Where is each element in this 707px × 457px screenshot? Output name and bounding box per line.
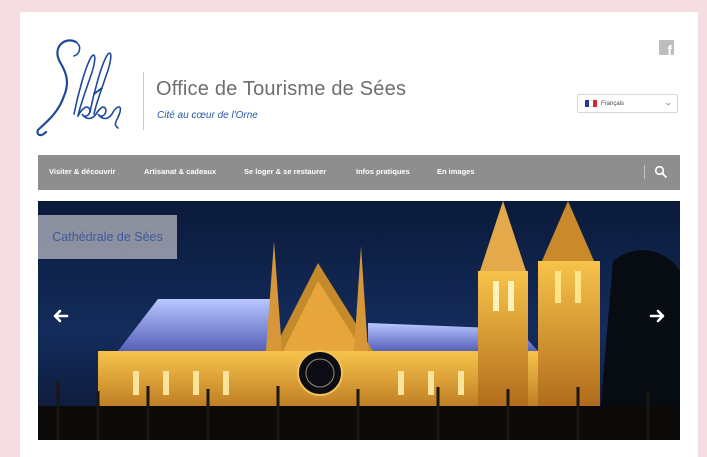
hero-slider: Cathédrale de Sées	[38, 201, 680, 440]
logo-divider	[143, 72, 144, 130]
facebook-icon[interactable]: f	[659, 40, 674, 55]
slide-caption-text: Cathédrale de Sées	[52, 230, 163, 244]
site-logo[interactable]	[34, 34, 134, 142]
page: Office de Tourisme de Sées Cité au cœur …	[20, 12, 698, 457]
nav-item-se-loger[interactable]: Se loger & se restaurer	[244, 167, 326, 176]
slide-caption: Cathédrale de Sées	[38, 215, 177, 259]
facebook-glyph: f	[667, 42, 672, 55]
nav-item-visiter[interactable]: Visiter & découvrir	[49, 167, 116, 176]
nav-item-infos-pratiques[interactable]: Infos pratiques	[356, 167, 410, 176]
arrow-left-icon[interactable]	[52, 307, 70, 325]
search-icon[interactable]	[654, 165, 668, 179]
chevron-down-icon: ⌄	[663, 98, 674, 107]
language-select[interactable]: Français ⌄	[577, 94, 678, 113]
language-label: Français	[601, 100, 625, 107]
arrow-right-icon[interactable]	[648, 307, 666, 325]
nav-divider	[644, 165, 645, 179]
nav-item-artisanat[interactable]: Artisanat & cadeaux	[144, 167, 216, 176]
site-tagline: Cité au cœur de l'Orne	[157, 110, 258, 121]
sees-logo-script	[36, 39, 122, 137]
site-title: Office de Tourisme de Sées	[156, 78, 407, 100]
nav-item-en-images[interactable]: En images	[437, 167, 475, 176]
main-nav: Visiter & découvrir Artisanat & cadeaux …	[38, 155, 680, 190]
french-flag-icon	[585, 100, 597, 107]
